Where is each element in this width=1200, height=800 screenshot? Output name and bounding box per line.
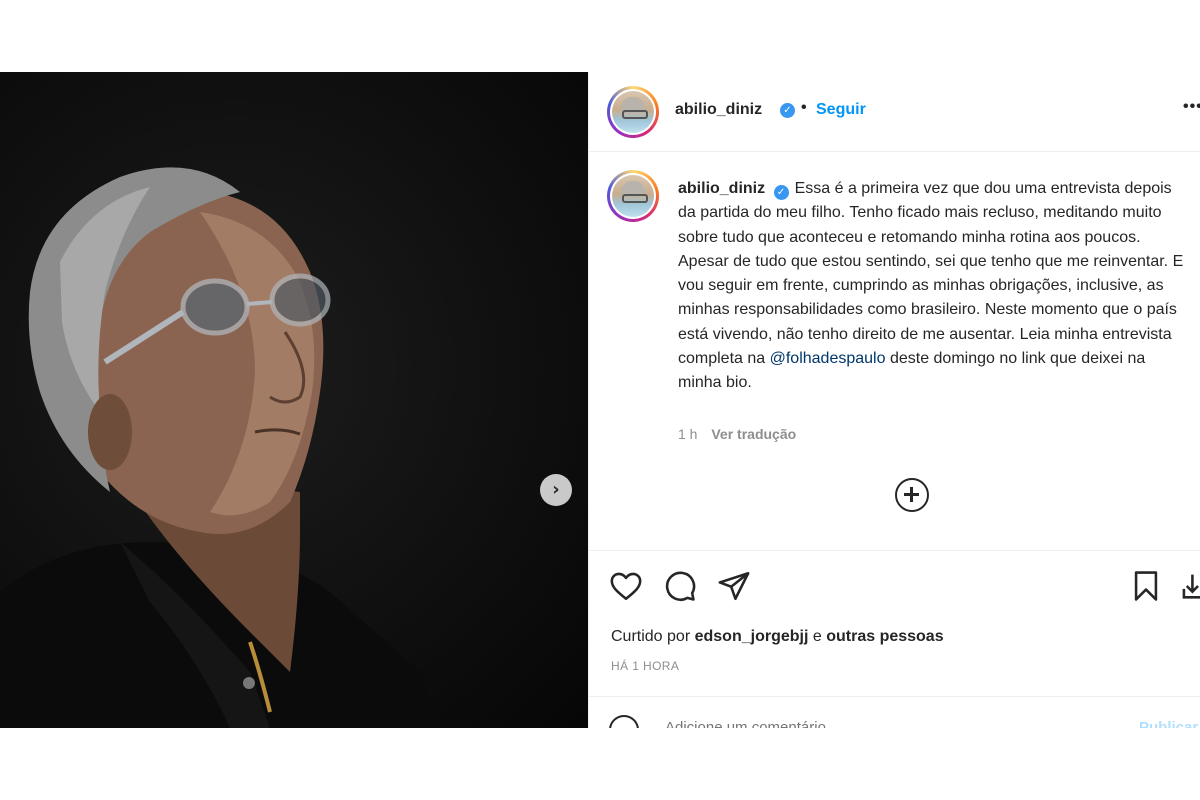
paper-plane-icon[interactable]: [717, 569, 751, 603]
liked-by-user[interactable]: edson_jorgebjj: [695, 628, 809, 645]
caption-avatar[interactable]: [607, 170, 659, 222]
heart-icon[interactable]: [609, 569, 643, 603]
post-header: abilio_diniz ✓ • Seguir •••: [589, 72, 1200, 152]
post-photo[interactable]: ›: [0, 72, 588, 728]
download-icon[interactable]: [1181, 569, 1200, 603]
post-actions: Curtido por edson_jorgebjj e outras pess…: [589, 550, 1200, 700]
header-separator: •: [801, 99, 807, 116]
more-options-icon[interactable]: •••: [1183, 98, 1200, 116]
liked-by-others[interactable]: outras pessoas: [826, 628, 943, 645]
plus-circle-icon[interactable]: [895, 478, 929, 512]
comment-icon[interactable]: [663, 569, 697, 603]
carousel-next-button[interactable]: ›: [540, 474, 572, 506]
header-username[interactable]: abilio_diniz: [675, 101, 762, 119]
caption-time[interactable]: 1 h: [678, 426, 697, 442]
post-timestamp: HÁ 1 HORA: [611, 659, 680, 673]
likes-summary: Curtido por edson_jorgebjj e outras pess…: [611, 628, 944, 646]
portrait-illustration: [0, 167, 440, 728]
see-translation-button[interactable]: Ver tradução: [711, 426, 796, 442]
smiley-icon[interactable]: [609, 715, 639, 728]
comment-input[interactable]: [665, 719, 1065, 728]
likes-conjunction: e: [812, 628, 822, 645]
caption-text: Essa é a primeira vez que dou uma entrev…: [678, 180, 1184, 368]
publish-button[interactable]: Publicar: [1139, 719, 1198, 728]
post-caption: abilio_diniz ✓ Essa é a primeira vez que …: [678, 177, 1192, 396]
bookmark-icon[interactable]: [1129, 569, 1163, 603]
caption-meta: 1 h Ver tradução: [678, 426, 796, 442]
verified-badge-icon: ✓: [780, 103, 795, 118]
likes-prefix: Curtido por: [611, 628, 691, 645]
post-details-panel: abilio_diniz ✓ • Seguir ••• abilio_diniz…: [588, 72, 1200, 728]
comment-bar: Publicar: [589, 696, 1200, 728]
caption-username[interactable]: abilio_diniz: [678, 180, 765, 197]
verified-badge-icon: ✓: [773, 185, 789, 200]
follow-button[interactable]: Seguir: [816, 101, 866, 119]
avatar[interactable]: [607, 86, 659, 138]
mention-link[interactable]: @folhadespaulo: [770, 350, 886, 367]
